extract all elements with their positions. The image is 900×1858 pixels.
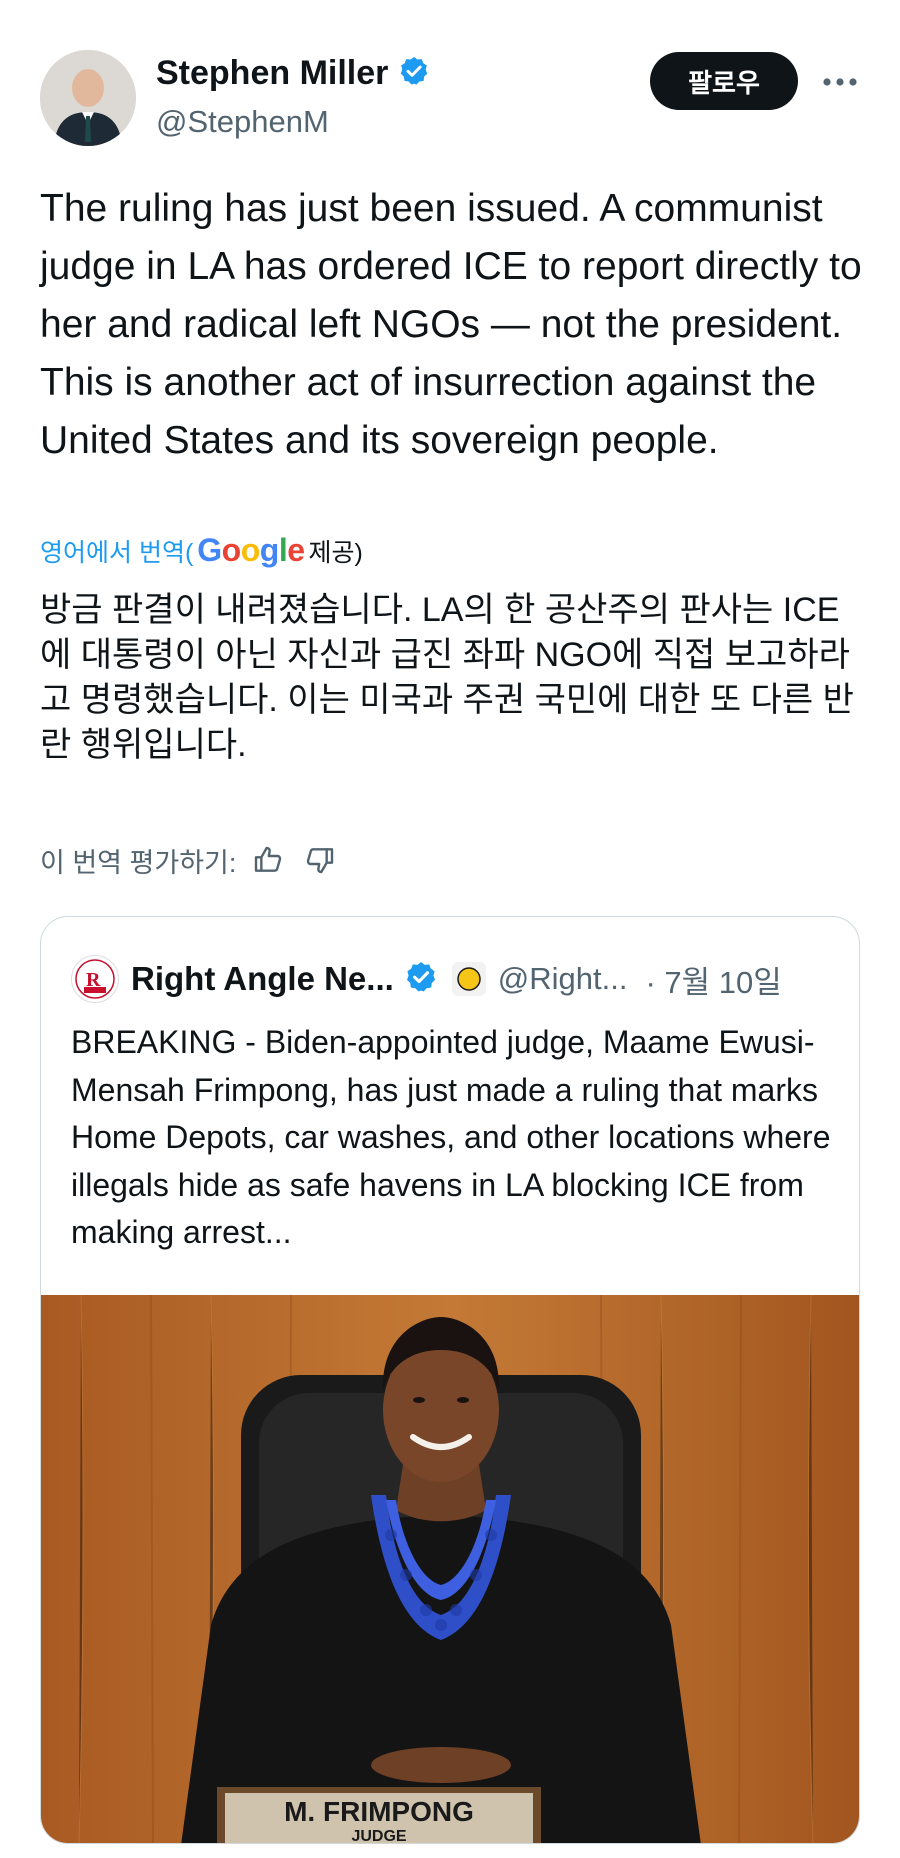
rate-translation-label: 이 번역 평가하기: [40, 847, 237, 878]
avatar-portrait [40, 50, 136, 146]
quoted-author-avatar[interactable]: R [71, 955, 119, 1003]
nameplate-name: M. FRIMPONG [284, 1796, 474, 1827]
quoted-author-handle[interactable]: @Right... [498, 961, 628, 997]
translation-attribution: 영어에서 번역( Google 제공) [40, 532, 363, 569]
rate-translation-row: 이 번역 평가하기: [40, 840, 340, 880]
quoted-tweet-image[interactable]: M. FRIMPONG JUDGE [41, 1295, 859, 1844]
thumbs-down-icon[interactable] [300, 840, 340, 880]
author-name[interactable]: Stephen Miller [156, 54, 388, 93]
quoted-tweet-card[interactable]: R Right Angle Ne... @Right... · 7월 10일 B… [40, 916, 860, 1844]
author-handle[interactable]: @StephenM [156, 104, 329, 140]
follow-button[interactable]: 팔로우 [650, 52, 798, 110]
verified-badge-icon [398, 55, 430, 92]
thumbs-up-icon[interactable] [248, 840, 288, 880]
author-name-row: Stephen Miller [156, 54, 430, 93]
nameplate-title: JUDGE [351, 1828, 406, 1844]
emoji-badge-icon [451, 962, 486, 996]
tweet-text: The ruling has just been issued. A commu… [40, 187, 862, 462]
quoted-author-name[interactable]: Right Angle Ne... [131, 960, 394, 998]
author-avatar[interactable] [40, 50, 136, 146]
translation-provided-label: 제공) [308, 538, 363, 567]
tweet-header: Stephen Miller @StephenM 팔로우 [40, 50, 860, 150]
verified-badge-icon [404, 960, 438, 999]
translated-text: 방금 판결이 내려졌습니다. LA의 한 공산주의 판사는 ICE에 대통령이 … [40, 591, 854, 764]
google-logo: Google [197, 532, 305, 568]
quoted-tweet-header: R Right Angle Ne... @Right... · 7월 10일 [71, 953, 835, 1005]
quoted-tweet-date[interactable]: · 7월 10일 [645, 957, 781, 1002]
quoted-tweet-text: BREAKING - Biden-appointed judge, Maame … [71, 1024, 831, 1250]
more-options-icon[interactable] [818, 64, 862, 100]
translated-from-link[interactable]: 영어에서 번역( [40, 533, 193, 569]
